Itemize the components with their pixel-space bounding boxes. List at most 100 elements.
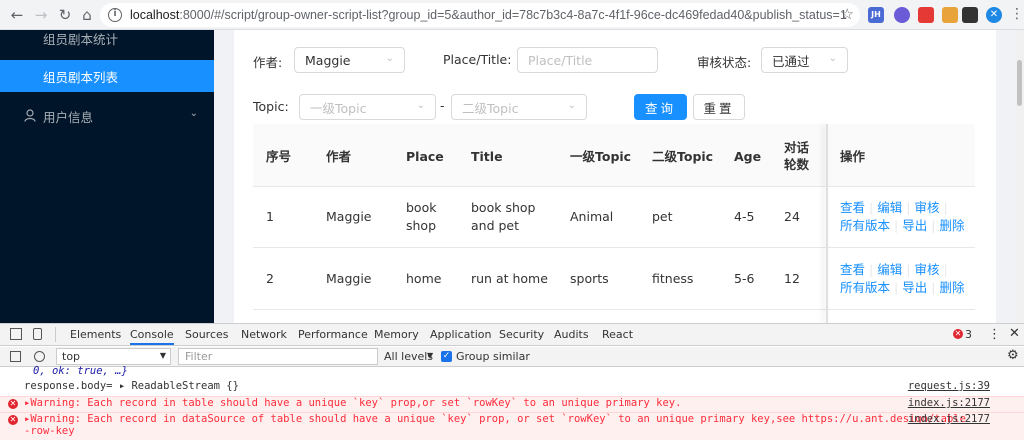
sidebar-item-member-script-stats[interactable]: 组员剧本统计 — [0, 30, 214, 54]
inspect-element-icon[interactable] — [10, 328, 22, 340]
all-versions-link[interactable]: 所有版本 — [840, 218, 890, 233]
extension-orange-icon[interactable] — [942, 7, 958, 23]
row1-actions-line1: 查看 | 编辑 | 审核 | — [840, 200, 948, 215]
review-link[interactable]: 审核 — [914, 200, 939, 215]
bookmark-star-icon[interactable]: ☆ — [841, 5, 854, 23]
row1-age: 4-5 — [734, 209, 755, 224]
dropdown-triangle-icon: ▼ — [159, 351, 166, 360]
row1-topic1: Animal — [570, 209, 614, 224]
tab-memory[interactable]: Memory — [374, 328, 419, 341]
tab-console[interactable]: Console — [130, 328, 174, 345]
console-sidebar-icon[interactable] — [10, 351, 21, 362]
sidebar-item-member-script-list[interactable]: 组员剧本列表 — [0, 60, 214, 92]
tab-network[interactable]: Network — [241, 328, 287, 341]
header-turns: 轮数 — [784, 157, 810, 172]
filter-input[interactable]: Filter — [178, 348, 378, 365]
extension-blue-x-icon[interactable]: ✕ — [986, 7, 1002, 23]
close-devtools-icon[interactable]: ✕ — [1009, 326, 1020, 341]
reload-icon[interactable]: ↻ — [54, 4, 76, 26]
tab-sources[interactable]: Sources — [185, 328, 229, 341]
row2-index: 2 — [266, 271, 274, 286]
delete-link[interactable]: 删除 — [939, 280, 964, 295]
tab-divider — [55, 327, 56, 342]
log-levels-select[interactable]: All levels — [384, 350, 433, 363]
console-line: 0, ok: true, …} — [33, 365, 128, 377]
place-title-input[interactable]: Place/Title — [517, 47, 658, 73]
review-link[interactable]: 审核 — [914, 262, 939, 277]
group-similar-checkbox[interactable]: ✓ — [441, 351, 452, 362]
export-link[interactable]: 导出 — [902, 218, 927, 233]
row-divider — [253, 186, 975, 187]
topic-dash: - — [440, 98, 445, 113]
row1-index: 1 — [266, 209, 274, 224]
row1-title-line2: and pet — [471, 218, 520, 233]
context-select[interactable]: top ▼ — [56, 348, 171, 365]
forward-arrow-icon[interactable]: → — [30, 4, 52, 26]
tab-security[interactable]: Security — [499, 328, 544, 341]
clear-console-icon[interactable] — [34, 351, 45, 362]
delete-link[interactable]: 删除 — [939, 218, 964, 233]
url-text: localhost:8000/#/script/group-owner-scri… — [130, 8, 847, 22]
dropdown-triangle-icon: ▼ — [427, 351, 434, 360]
devtools-menu-icon[interactable]: ⋮ — [988, 327, 1001, 342]
site-info-icon[interactable]: i — [108, 8, 122, 22]
row1-actions-line2: 所有版本 | 导出 | 删除 — [840, 218, 965, 233]
header-place: Place — [406, 149, 444, 164]
header-dialogue: 对话 — [784, 140, 810, 155]
console-error-line: ✕ ▸Warning: Each record in dataSource of… — [0, 412, 1024, 440]
page-scrollbar[interactable] — [1015, 30, 1024, 323]
row1-place-line1: book — [406, 200, 437, 215]
topic1-select[interactable]: 一级Topic ⌄ — [299, 94, 436, 120]
extension-circle-icon[interactable] — [894, 7, 910, 23]
tab-performance[interactable]: Performance — [298, 328, 368, 341]
all-versions-link[interactable]: 所有版本 — [840, 280, 890, 295]
topic2-select[interactable]: 二级Topic ⌄ — [451, 94, 587, 120]
extension-red-icon[interactable] — [918, 7, 934, 23]
console-error-line: ✕ ▸Warning: Each record in table should … — [0, 396, 1024, 412]
source-link[interactable]: index.js:2177 — [908, 413, 990, 425]
row-divider — [253, 247, 975, 248]
error-count[interactable]: 3 — [965, 328, 972, 341]
tab-audits[interactable]: Audits — [554, 328, 589, 341]
scrollbar-thumb[interactable] — [1017, 60, 1022, 106]
tab-application[interactable]: Application — [430, 328, 491, 341]
chevron-down-icon: ⌄ — [828, 53, 837, 64]
device-toolbar-icon[interactable] — [33, 328, 42, 340]
edit-link[interactable]: 编辑 — [877, 200, 902, 215]
browser-menu-icon[interactable]: ⋮ — [1010, 6, 1024, 22]
console-settings-gear-icon[interactable]: ⚙ — [1007, 348, 1019, 363]
view-link[interactable]: 查看 — [840, 262, 865, 277]
error-count-icon[interactable]: ✕ — [953, 329, 963, 339]
qr-code-icon[interactable] — [962, 7, 978, 23]
row1-author: Maggie — [326, 209, 372, 224]
sidebar-item-user-info[interactable]: 用户信息 ⌄ — [0, 100, 214, 132]
view-link[interactable]: 查看 — [840, 200, 865, 215]
tab-react[interactable]: React — [602, 328, 633, 341]
extension-jh-icon[interactable]: JH — [868, 7, 884, 23]
source-link[interactable]: index.js:2177 — [908, 397, 990, 409]
back-arrow-icon[interactable]: ← — [6, 4, 28, 26]
error-icon: ✕ — [8, 415, 18, 425]
edit-link[interactable]: 编辑 — [877, 262, 902, 277]
fixed-column-shadow — [826, 124, 828, 323]
export-link[interactable]: 导出 — [902, 280, 927, 295]
author-select[interactable]: Maggie ⌄ — [294, 47, 405, 73]
row2-actions-line2: 所有版本 | 导出 | 删除 — [840, 280, 965, 295]
place-title-label: Place/Title: — [443, 52, 512, 67]
home-icon[interactable]: ⌂ — [76, 4, 98, 26]
source-link[interactable]: request.js:39 — [908, 380, 990, 392]
row1-place-line2: shop — [406, 218, 437, 233]
header-topic1: 一级Topic — [570, 149, 632, 164]
row1-title-line1: book shop — [471, 200, 536, 215]
review-status-select[interactable]: 已通过 ⌄ — [761, 47, 848, 73]
row2-author: Maggie — [326, 271, 372, 286]
tab-elements[interactable]: Elements — [70, 328, 121, 341]
search-button[interactable]: 查询 — [634, 94, 687, 120]
author-label: 作者: — [253, 55, 283, 70]
reset-button[interactable]: 重置 — [693, 94, 745, 120]
row2-title: run at home — [471, 271, 548, 286]
console-log: 0, ok: true, …} response.body= ▸ Readabl… — [0, 365, 1024, 440]
header-age: Age — [734, 149, 762, 164]
sidebar: 组员剧本统计 组员剧本列表 用户信息 ⌄ — [0, 30, 214, 323]
address-bar[interactable]: i localhost:8000/#/script/group-owner-sc… — [100, 3, 860, 27]
